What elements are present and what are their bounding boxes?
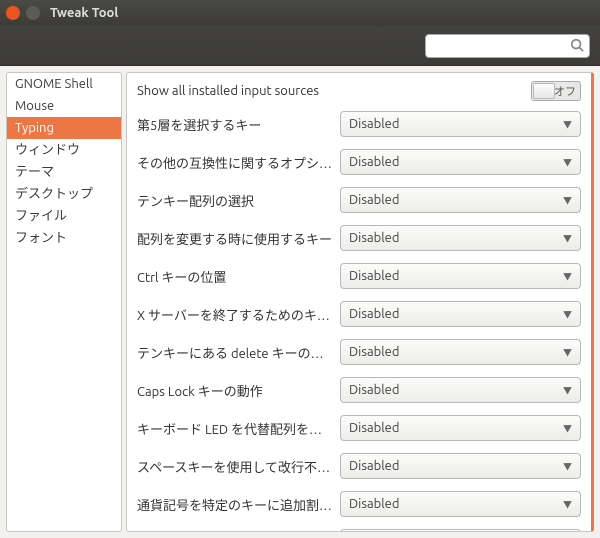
dropdown-value: Disabled [349,459,399,473]
minimize-icon[interactable] [26,6,40,20]
chevron-down-icon: ▼ [563,194,572,207]
dropdown-value: Disabled [349,345,399,359]
chevron-down-icon: ▼ [563,270,572,283]
sidebar-item[interactable]: Typing [7,117,121,139]
sidebar-item[interactable]: Mouse [7,95,121,117]
dropdown-value: Disabled [349,421,399,435]
setting-row: キーボード LED を代替配列を表すため... Disabled ▼ [137,415,581,441]
dropdown-value: Disabled [349,231,399,245]
setting-row: Ctrl キーの位置 Disabled ▼ [137,263,581,289]
sidebar: GNOME ShellMouseTypingウィンドウテーマデスクトップファイル… [6,72,122,532]
setting-label: テンキーにある delete キーの動作 [137,343,332,362]
sidebar-item[interactable]: ファイル [7,205,121,227]
setting-label: 第5層を選択するキー [137,115,332,134]
dropdown-value: Disabled [349,269,399,283]
titlebar: Tweak Tool [0,0,600,26]
content-pane: Show all installed input sources オフ 第5層を… [126,72,594,532]
chevron-down-icon: ▼ [563,460,572,473]
show-sources-toggle[interactable]: オフ [531,81,581,101]
setting-label: Caps Lock キーの動作 [137,381,332,400]
window-title: Tweak Tool [50,6,118,20]
setting-dropdown[interactable]: Disabled ▼ [340,187,581,213]
setting-dropdown[interactable]: Disabled ▼ [340,491,581,517]
chevron-down-icon: ▼ [563,384,572,397]
setting-dropdown[interactable]: Disabled ▼ [340,339,581,365]
chevron-down-icon: ▼ [563,422,572,435]
search-input[interactable] [425,34,590,58]
setting-dropdown[interactable]: Disabled ▼ [340,301,581,327]
dropdown-value: Disabled [349,497,399,511]
setting-label: Ctrl キーの位置 [137,267,332,286]
setting-label: 通貨記号を特定のキーに追加割り当て [137,495,332,514]
settings-list: 第5層を選択するキーDisabled▼その他の互換性に関するオプションDisab… [137,111,581,532]
setting-label: その他の互換性に関するオプション [137,153,332,172]
dropdown-value: Disabled [349,155,399,169]
setting-dropdown[interactable]: Disabled▼ [340,529,581,532]
setting-row: テンキーにある delete キーの動作 Disabled ▼ [137,339,581,365]
setting-label: スペースキーを使用して改行不可空白... [137,457,332,476]
setting-label: テンキー配列の選択 [137,191,332,210]
sidebar-item[interactable]: デスクトップ [7,183,121,205]
chevron-down-icon: ▼ [563,346,572,359]
setting-dropdown[interactable]: Disabled ▼ [340,377,581,403]
setting-dropdown[interactable]: Disabled ▼ [340,453,581,479]
header-row: Show all installed input sources オフ [137,81,581,101]
setting-label: キーボード LED を代替配列を表すため... [137,419,332,438]
sidebar-item[interactable]: フォント [7,227,121,249]
toggle-knob [533,83,555,99]
setting-row: Caps Lock キーの動作 Disabled ▼ [137,377,581,403]
dropdown-value: Disabled [349,117,399,131]
setting-label: 配列を変更する時に使用するキー [137,229,332,248]
setting-dropdown[interactable]: Disabled ▼ [340,263,581,289]
dropdown-value: Disabled [349,193,399,207]
chevron-down-icon: ▼ [563,118,572,131]
setting-row: テンキー配列の選択 Disabled ▼ [137,187,581,213]
search-box [425,34,590,58]
setting-label: X サーバーを終了するためのキーシー... [137,305,332,324]
setting-row: 日本語キーボードオプションDisabled▼ [137,529,581,532]
sidebar-item[interactable]: ウィンドウ [7,139,121,161]
setting-dropdown[interactable]: Disabled ▼ [340,149,581,175]
dropdown-value: Disabled [349,383,399,397]
setting-row: 配列を変更する時に使用するキー Disabled ▼ [137,225,581,251]
chevron-down-icon: ▼ [563,232,572,245]
chevron-down-icon: ▼ [563,156,572,169]
toolbar [0,26,600,66]
chevron-down-icon: ▼ [563,308,572,321]
dropdown-value: Disabled [349,307,399,321]
setting-row: スペースキーを使用して改行不可空白... Disabled ▼ [137,453,581,479]
setting-dropdown[interactable]: Disabled ▼ [340,111,581,137]
setting-row: 第5層を選択するキー Disabled ▼ [137,111,581,137]
sidebar-item[interactable]: テーマ [7,161,121,183]
toggle-label: オフ [554,83,576,99]
header-label: Show all installed input sources [137,84,319,98]
setting-dropdown[interactable]: Disabled ▼ [340,415,581,441]
chevron-down-icon: ▼ [563,498,572,511]
sidebar-item[interactable]: GNOME Shell [7,73,121,95]
setting-row: その他の互換性に関するオプション Disabled ▼ [137,149,581,175]
setting-row: X サーバーを終了するためのキーシー... Disabled ▼ [137,301,581,327]
setting-dropdown[interactable]: Disabled ▼ [340,225,581,251]
main-area: GNOME ShellMouseTypingウィンドウテーマデスクトップファイル… [0,66,600,538]
setting-row: 通貨記号を特定のキーに追加割り当て Disabled ▼ [137,491,581,517]
close-icon[interactable] [6,6,20,20]
